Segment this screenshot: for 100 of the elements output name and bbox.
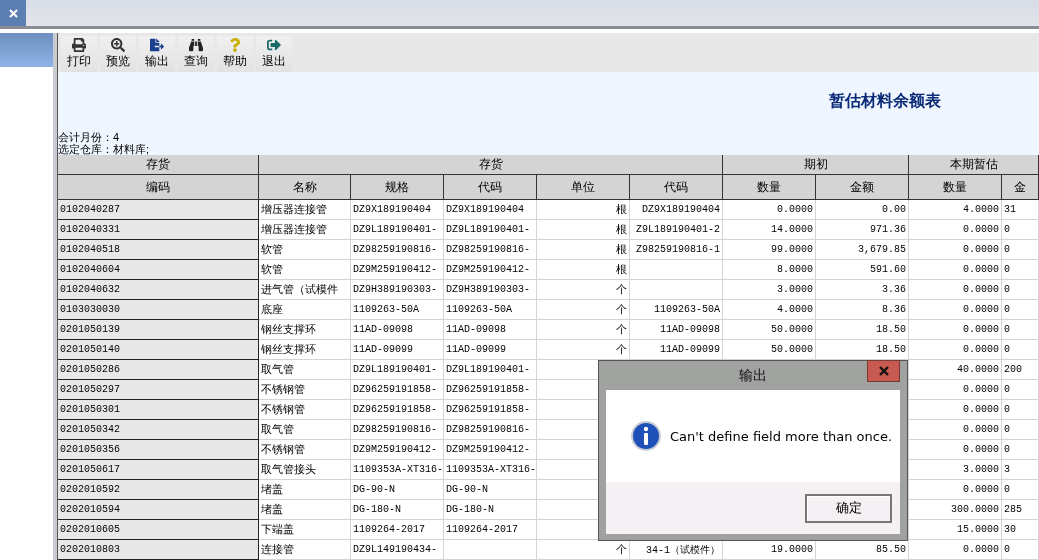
column-header: 金	[1002, 175, 1039, 200]
table-cell: DZ98259190816-	[444, 420, 537, 440]
table-cell: DZ9M259190412-	[351, 440, 444, 460]
table-cell: 根	[537, 240, 630, 260]
table-cell: 底座	[259, 300, 351, 320]
table-cell: 0.0000	[909, 280, 1002, 300]
table-cell: 1109263-50A	[351, 300, 444, 320]
column-header: 规格	[351, 175, 444, 200]
table-cell: 3	[1002, 460, 1039, 480]
table-cell: 0202010803	[58, 540, 259, 560]
table-cell: DZ9M259190412-	[444, 440, 537, 460]
table-cell: 下端盖	[259, 520, 351, 540]
table-cell: 1109264-2017	[444, 520, 537, 540]
table-cell: 11AD-09098	[351, 320, 444, 340]
toolbar-button[interactable]: 预览	[100, 36, 136, 72]
table-cell: DZ98259190816-	[444, 240, 537, 260]
table-cell: DZ9L189190401-	[351, 220, 444, 240]
column-header: 代码	[444, 175, 537, 200]
table-cell: 0.0000	[723, 200, 816, 220]
ok-button[interactable]: 确定	[805, 493, 892, 523]
table-cell: 0102040632	[58, 280, 259, 300]
table-cell: DZ96259191858-	[444, 400, 537, 420]
accounting-month: 会计月份：4	[58, 131, 121, 143]
table-cell: DG-180-N	[351, 500, 444, 520]
table-cell: 0	[1002, 240, 1039, 260]
table-cell: DG-90-N	[444, 480, 537, 500]
table-cell: DZ96259191858-	[351, 380, 444, 400]
table-cell: 8.0000	[723, 260, 816, 280]
table-cell: 50.0000	[723, 320, 816, 340]
table-cell: 31	[1002, 200, 1039, 220]
table-cell: 18.50	[816, 320, 909, 340]
table-cell: 0102040518	[58, 240, 259, 260]
table-cell: DZ98259190816-	[351, 240, 444, 260]
table-cell: 0	[1002, 320, 1039, 340]
table-cell: 堵盖	[259, 500, 351, 520]
group-header: 存货	[259, 155, 723, 175]
table-cell: 取气管接头	[259, 460, 351, 480]
table-cell: 个	[537, 280, 630, 300]
table-cell: 285	[1002, 500, 1039, 520]
table-cell: 8.36	[816, 300, 909, 320]
toolbar-button[interactable]: 输出	[139, 36, 175, 72]
table-cell: 0.0000	[909, 220, 1002, 240]
toolbar-button[interactable]: 帮助	[217, 36, 253, 72]
table-cell: 0	[1002, 340, 1039, 360]
table-cell: 0202010605	[58, 520, 259, 540]
toolbar-button[interactable]: 查询	[178, 36, 214, 72]
table-cell: 根	[537, 220, 630, 240]
table-cell: 34-1（试模件）	[630, 540, 723, 560]
table-cell: 0201050286	[58, 360, 259, 380]
close-icon[interactable]	[8, 8, 18, 18]
table-cell: 增压器连接管	[259, 200, 351, 220]
table-cell: 1109353A-XT316-	[444, 460, 537, 480]
export-icon	[150, 38, 164, 52]
table-cell: 进气管（试模件	[259, 280, 351, 300]
table-cell: 30	[1002, 520, 1039, 540]
table-cell: 软管	[259, 240, 351, 260]
table-cell: 0	[1002, 420, 1039, 440]
table-cell: 个	[537, 540, 630, 560]
table-cell: 0	[1002, 220, 1039, 240]
table-cell: 0.0000	[909, 380, 1002, 400]
table-cell: DZ9X189190404	[444, 200, 537, 220]
table-cell: 根	[537, 200, 630, 220]
table-cell: 0	[1002, 400, 1039, 420]
table-cell: 0103030030	[58, 300, 259, 320]
close-button[interactable]	[867, 360, 900, 382]
table-cell: DZ9L189190401-	[444, 220, 537, 240]
table-cell: 不锈钢管	[259, 440, 351, 460]
table-cell: 0	[1002, 480, 1039, 500]
table-cell: 不锈钢管	[259, 400, 351, 420]
toolbar-button[interactable]: 打印	[61, 36, 97, 72]
table-cell: 0102040604	[58, 260, 259, 280]
report-title: 暂估材料余额表	[829, 91, 941, 112]
binoculars-icon	[189, 38, 203, 52]
table-cell: 40.0000	[909, 360, 1002, 380]
table-cell: 0.0000	[909, 400, 1002, 420]
table-cell: 19.0000	[723, 540, 816, 560]
table-cell: DZ96259191858-	[351, 400, 444, 420]
table-cell: DG-180-N	[444, 500, 537, 520]
toolbar-button[interactable]: 退出	[256, 36, 292, 72]
panel-header	[0, 33, 53, 67]
table-cell: 0.0000	[909, 300, 1002, 320]
table-cell: 11AD-09099	[351, 340, 444, 360]
table-cell: 堵盖	[259, 480, 351, 500]
selected-warehouse: 选定仓库：材料库;	[58, 143, 151, 155]
table-cell: 个	[537, 320, 630, 340]
table-cell: DZ9X189190404	[351, 200, 444, 220]
table-cell: 0.00	[816, 200, 909, 220]
table-cell: 18.50	[816, 340, 909, 360]
table-cell: 1109263-50A	[630, 300, 723, 320]
table-cell: 300.0000	[909, 500, 1002, 520]
table-cell: 3,679.85	[816, 240, 909, 260]
table-cell: 增压器连接管	[259, 220, 351, 240]
table-cell: 0201050140	[58, 340, 259, 360]
table-cell: 钢丝支撑环	[259, 320, 351, 340]
table-cell: 取气管	[259, 360, 351, 380]
printer-icon	[72, 38, 86, 52]
question-icon	[228, 38, 242, 52]
column-header: 代码	[630, 175, 723, 200]
table-cell: 0	[1002, 300, 1039, 320]
table-cell: DZ9L149190434-	[351, 540, 444, 560]
